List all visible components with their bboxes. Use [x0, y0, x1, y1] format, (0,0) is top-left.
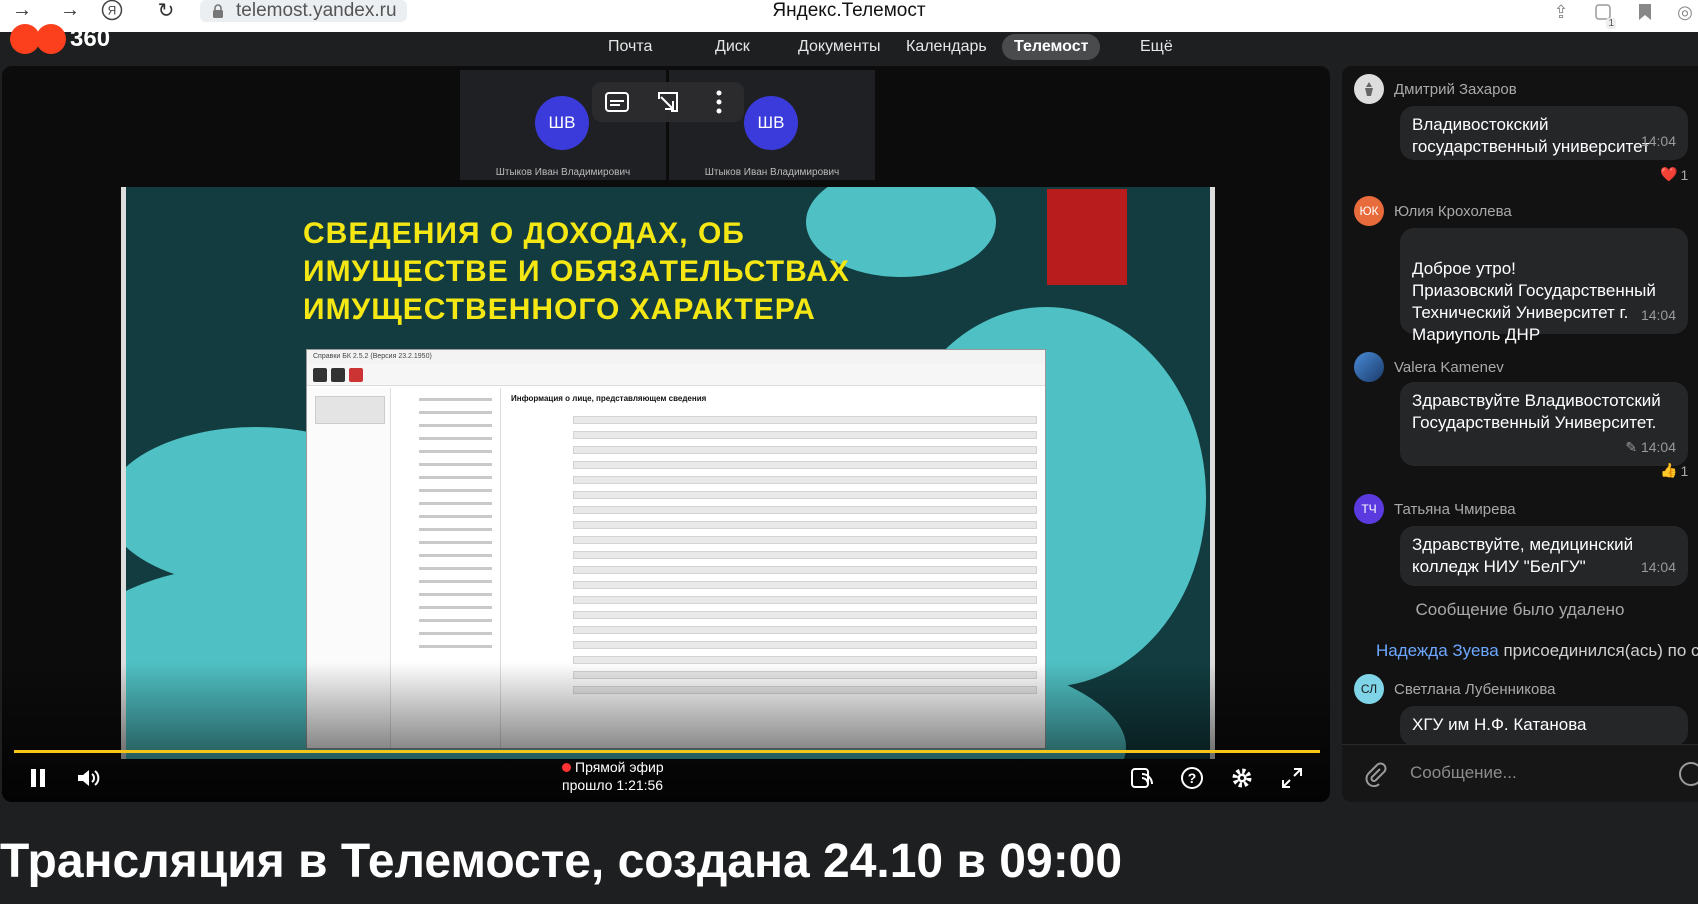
- chat-message[interactable]: Здравствуйте, медицинский колледж НИУ "Б…: [1400, 526, 1688, 586]
- message-text: Доброе утро! Приазовский Государственный…: [1412, 259, 1656, 344]
- share-icon[interactable]: ⇪: [1550, 1, 1572, 23]
- reaction[interactable]: ❤️ 1: [1660, 166, 1688, 183]
- nav-item-calendar[interactable]: Календарь: [894, 34, 999, 60]
- slide-title: СВЕДЕНИЯ О ДОХОДАХ, ОБ ИМУЩЕСТВЕ И ОБЯЗА…: [303, 217, 850, 326]
- logo-text: 360: [70, 25, 111, 52]
- message-input[interactable]: Сообщение...: [1410, 763, 1517, 783]
- video-player[interactable]: ШВ Штыков Иван Владимирович ШВ Штыков Ив…: [2, 66, 1330, 802]
- profile-icon[interactable]: ◎: [1676, 1, 1694, 23]
- chat-message[interactable]: ХГУ им Н.Ф. Катанова: [1400, 706, 1688, 746]
- author-name: Дмитрий Захаров: [1394, 80, 1517, 98]
- emoji-icon[interactable]: [1678, 761, 1698, 792]
- browser-toolbar: → → Я ↻ telemost.yandex.ru Яндекс.Телемо…: [0, 0, 1698, 32]
- deleted-notice: Сообщение было удалено: [1415, 600, 1625, 619]
- message-time: ✎ 14:04: [1625, 439, 1676, 455]
- attach-icon[interactable]: [1362, 761, 1388, 792]
- live-dot-icon: [562, 763, 571, 772]
- thumbs-up-icon: 👍: [1660, 462, 1678, 478]
- page-title: Трансляция в Телемосте, создана 24.10 в …: [0, 835, 1123, 888]
- message-author: СЛ Светлана Лубенникова: [1354, 674, 1556, 704]
- reaction[interactable]: 👍 1: [1660, 462, 1688, 479]
- message-author: ЮК Юлия Крохолева: [1354, 196, 1512, 226]
- bookmark-icon[interactable]: [1634, 1, 1656, 23]
- message-input-bar: Сообщение...: [1342, 744, 1698, 802]
- broadcast-icon[interactable]: [1122, 760, 1162, 796]
- nav-item-mail[interactable]: Почта: [596, 34, 664, 60]
- message-text: Здравствуйте, медицинский колледж НИУ "Б…: [1412, 535, 1634, 576]
- participant-name: Штыков Иван Владимирович: [704, 167, 840, 178]
- print-icon: [331, 367, 345, 382]
- video-tools-panel: [592, 82, 744, 122]
- nav-item-telemost[interactable]: Телемост: [1002, 34, 1101, 60]
- chat-message[interactable]: Доброе утро! Приазовский Государственный…: [1400, 228, 1688, 344]
- participant-name: Штыков Иван Владимирович: [495, 167, 631, 178]
- heart-icon: ❤️: [1660, 166, 1678, 182]
- nav-item-documents[interactable]: Документы: [786, 34, 892, 60]
- help-icon[interactable]: ?: [1172, 760, 1212, 796]
- svg-text:?: ?: [1188, 770, 1197, 786]
- progress-bar[interactable]: [14, 750, 1320, 753]
- reaction-count: 1: [1680, 166, 1689, 183]
- settings-gear-icon[interactable]: [1222, 760, 1262, 796]
- edited-icon: ✎: [1625, 439, 1638, 455]
- avatar: СЛ: [1354, 674, 1384, 704]
- message-time: 14:04: [1640, 133, 1676, 149]
- exit-fullscreen-icon[interactable]: [651, 86, 685, 118]
- print-icon: [349, 367, 363, 382]
- author-name: Юлия Крохолева: [1394, 202, 1512, 220]
- author-name: Светлана Лубенникова: [1394, 680, 1556, 698]
- avatar: [1354, 352, 1384, 382]
- fullscreen-icon[interactable]: [1272, 760, 1312, 796]
- live-status: Прямой эфир прошло 1:21:56: [562, 758, 664, 794]
- elapsed-time: прошло 1:21:56: [562, 777, 664, 793]
- tab-title: Яндекс.Телемост: [772, 0, 926, 21]
- form-header: Информация о лице, представляющем сведен…: [511, 394, 707, 403]
- joined-user-link[interactable]: Надежда Зуева: [1376, 641, 1499, 660]
- message-author: Дмитрий Захаров: [1354, 74, 1517, 104]
- chat-panel: Дмитрий Захаров Владивостокский государс…: [1342, 66, 1698, 802]
- subtitles-icon[interactable]: [600, 86, 634, 118]
- message-time: 14:04: [1640, 307, 1676, 323]
- message-author: Valera Kamenev: [1354, 352, 1504, 382]
- message-text: ХГУ им Н.Ф. Катанова: [1412, 715, 1587, 734]
- app-title: Справки БК 2.5.2 (Версия 23.2.1950): [307, 350, 1045, 364]
- author-name: Татьяна Чмирева: [1394, 500, 1516, 518]
- avatar: [1354, 74, 1384, 104]
- join-notice: Надежда Зуева присоединился(ась) по с: [1376, 641, 1698, 661]
- more-vertical-icon[interactable]: [702, 86, 736, 118]
- app-toolbar: [307, 364, 1045, 386]
- nav-item-more[interactable]: Ещё: [1128, 34, 1185, 60]
- author-name: Valera Kamenev: [1394, 358, 1504, 376]
- message-text: Здравствуйте Владивостотский Государстве…: [1412, 391, 1661, 432]
- extensions-icon[interactable]: 1: [1592, 1, 1616, 29]
- logo-dot-icon: [36, 24, 66, 54]
- avatar: ШВ: [535, 96, 589, 150]
- volume-icon[interactable]: [68, 760, 108, 796]
- chat-message[interactable]: Здравствуйте Владивостотский Государстве…: [1400, 382, 1688, 466]
- message-time: 14:04: [1640, 559, 1676, 575]
- message-text: Владивостокский государственный универси…: [1412, 115, 1650, 156]
- avatar: ЮК: [1354, 196, 1384, 226]
- nav-item-disk[interactable]: Диск: [703, 34, 762, 60]
- avatar: ТЧ: [1354, 494, 1384, 524]
- avatar: ШВ: [744, 96, 798, 150]
- slide-shape: [1047, 189, 1127, 285]
- chat-message[interactable]: Владивостокский государственный универси…: [1400, 106, 1688, 160]
- save-icon: [313, 367, 327, 382]
- yandex-360-logo[interactable]: 360: [10, 24, 110, 54]
- service-navigation: 360 Почта Диск Документы Календарь Телем…: [0, 24, 1698, 66]
- reaction-count: 1: [1680, 462, 1689, 479]
- join-text: присоединился(ась) по с: [1503, 641, 1698, 660]
- message-author: ТЧ Татьяна Чмирева: [1354, 494, 1516, 524]
- live-label: Прямой эфир: [575, 759, 664, 775]
- pause-icon[interactable]: [18, 760, 58, 796]
- extensions-badge: 1: [1606, 18, 1616, 29]
